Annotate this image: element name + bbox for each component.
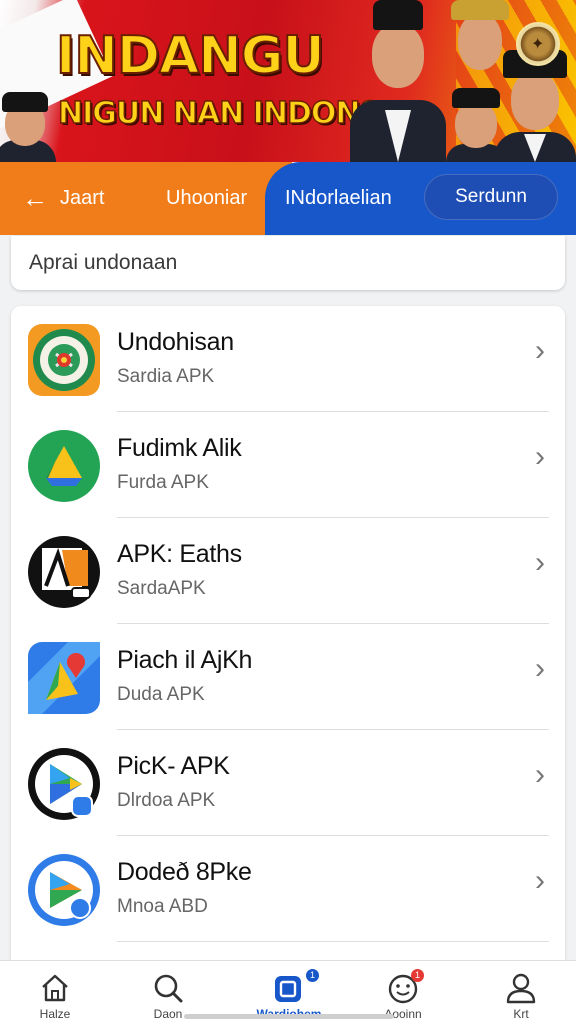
app-name: PicK- APK <box>117 752 230 780</box>
nav-profile[interactable]: Krt <box>466 961 576 1024</box>
search-input[interactable] <box>11 236 565 290</box>
app-name: Fudimk Alik <box>117 434 242 462</box>
nav-label: Krt <box>513 1007 529 1021</box>
nav-home[interactable]: Halze <box>0 961 110 1024</box>
drive-triangle-icon <box>28 430 100 502</box>
list-item[interactable]: Undohisan Sardia APK › <box>11 306 565 412</box>
app-name: Undohisan <box>117 328 234 356</box>
maps-pin-icon <box>28 642 100 714</box>
hero-banner[interactable]: INDANGU NIGUN NAN INDONSIA ✦ <box>0 0 576 162</box>
chevron-right-icon: › <box>535 334 545 367</box>
back-button[interactable]: ← Jaart <box>22 182 104 214</box>
play-store-icon <box>28 748 100 820</box>
list-item[interactable]: Fudimk Alik Furda APK › <box>11 412 565 518</box>
list-item[interactable]: Dodeð 8Pke Mnoa ABD › <box>11 836 565 942</box>
app-name: Piach il AjKh <box>117 646 253 674</box>
play-store-badge-icon <box>28 854 100 926</box>
list-item[interactable]: Piach il AjKh Duda APK › <box>11 624 565 730</box>
app-subtitle: SardaAPK <box>117 578 206 599</box>
apk-logo-icon <box>28 536 100 608</box>
nav-label: Halze <box>39 1007 71 1021</box>
emblem-icon: ✦ <box>516 22 560 66</box>
home-indicator <box>184 1014 394 1019</box>
banner-person <box>350 0 446 162</box>
banner-title: INDANGU <box>55 25 326 87</box>
apps-badge: 1 <box>306 969 319 982</box>
app-subtitle: Dlrdoa APK <box>117 790 216 811</box>
chevron-right-icon: › <box>535 864 545 897</box>
app-subtitle: Sardia APK <box>117 366 215 387</box>
app-name: Dodeð 8Pke <box>117 858 252 886</box>
category-tabs: ← Jaart Uhooniar INdorlaelian Serdunn <box>0 162 576 235</box>
app-name: APK: Eaths <box>117 540 242 568</box>
search-bar <box>11 236 565 290</box>
back-label: Jaart <box>60 186 105 209</box>
list-item[interactable]: APK: Eaths SardaAPK › <box>11 518 565 624</box>
home-icon <box>42 974 68 1002</box>
back-arrow-icon: ← <box>22 183 48 213</box>
emblem-badge-icon <box>28 324 100 396</box>
chevron-right-icon: › <box>535 546 545 579</box>
notification-badge: 1 <box>411 969 424 982</box>
app-subtitle: Furda APK <box>117 472 209 493</box>
chevron-right-icon: › <box>535 652 545 685</box>
banner-person <box>0 92 56 162</box>
profile-icon <box>506 973 536 1004</box>
app-list: Undohisan Sardia APK › Fudimk Alik Furda… <box>11 306 565 986</box>
banner-person <box>494 50 576 162</box>
app-subtitle: Duda APK <box>117 684 205 705</box>
app-subtitle: Mnoa ABD <box>117 896 208 917</box>
chevron-right-icon: › <box>535 440 545 473</box>
search-icon <box>154 974 183 1003</box>
tab-indorlaelian[interactable]: INdorlaelian <box>285 182 392 214</box>
chevron-right-icon: › <box>535 758 545 791</box>
tab-uhooniar[interactable]: Uhooniar <box>166 182 247 214</box>
list-item[interactable]: PicK- APK Dlrdoa APK › <box>11 730 565 836</box>
apps-icon <box>275 976 301 1002</box>
tab-serdunn[interactable]: Serdunn <box>424 174 558 220</box>
